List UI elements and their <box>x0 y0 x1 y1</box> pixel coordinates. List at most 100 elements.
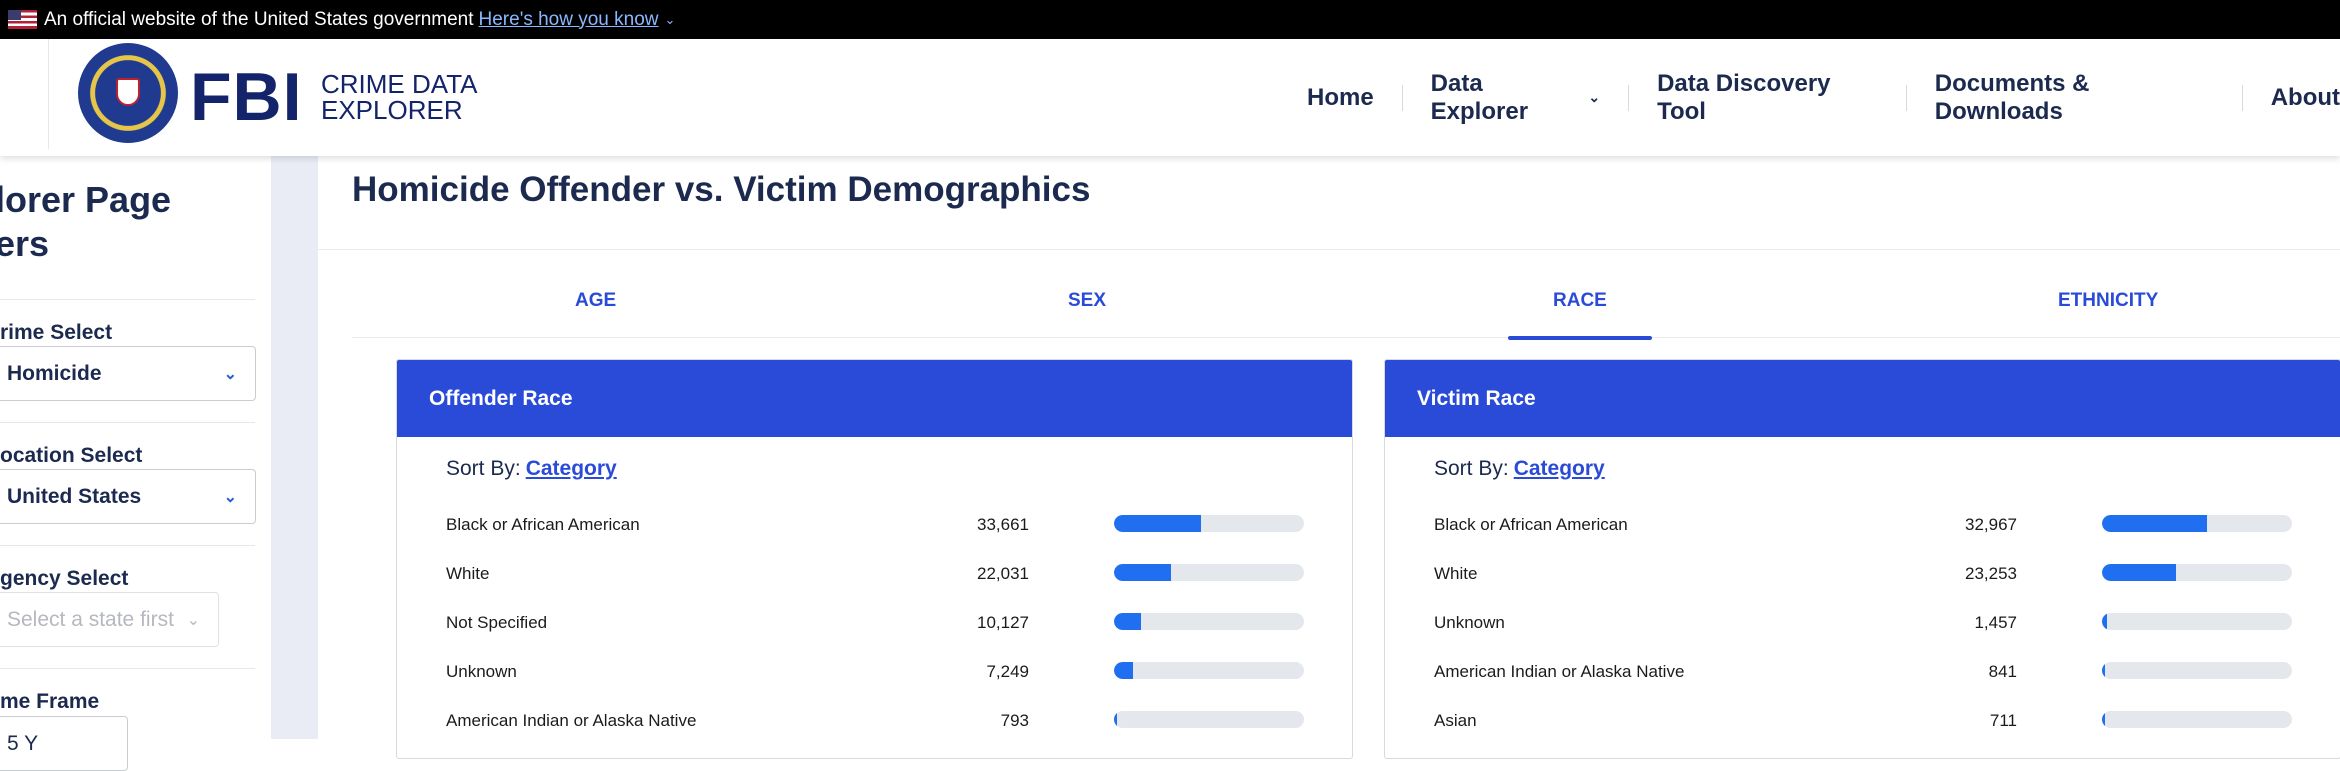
row-value: 711 <box>1989 711 2017 730</box>
progress-bar-fill <box>2102 564 2177 581</box>
demographic-tabs: AGE SEX RACE ETHNICITY <box>352 280 2340 340</box>
nav-documents-downloads[interactable]: Documents & Downloads <box>1935 70 2214 126</box>
victim-race-card: Victim Race Sort By: Category Black or Af… <box>1384 359 2340 759</box>
row-value: 23,253 <box>1965 564 2017 583</box>
logo-subtitle-line1: CRIME DATA <box>321 69 478 99</box>
header-divider <box>48 39 49 149</box>
nav-data-explorer[interactable]: Data Explorer ⌄ <box>1431 70 1600 126</box>
row-label: Black or African American <box>446 515 640 534</box>
tab-sex[interactable]: SEX <box>1068 280 1106 338</box>
crime-select-label: rime Select <box>0 321 113 344</box>
list-item: Unknown 1,457 <box>1434 608 2294 638</box>
progress-bar <box>2102 564 2292 581</box>
list-item: Not Specified 10,127 <box>446 608 1306 638</box>
list-item: Black or African American 33,661 <box>446 510 1306 540</box>
chevron-down-icon: ⌄ <box>186 611 200 629</box>
row-label: White <box>1434 564 1478 583</box>
progress-bar-fill <box>2102 711 2105 728</box>
location-select-value: United States <box>7 484 142 508</box>
chevron-down-icon: ⌄ <box>223 488 237 506</box>
chevron-down-icon: ⌄ <box>223 365 237 383</box>
logo-subtitle-line2: EXPLORER <box>321 95 463 125</box>
logo-subtitle[interactable]: CRIME DATA EXPLORER <box>321 71 477 123</box>
progress-bar <box>2102 662 2292 679</box>
row-value: 841 <box>1988 662 2017 681</box>
row-label: Unknown <box>446 662 517 681</box>
list-item: American Indian or Alaska Native 793 <box>446 706 1306 736</box>
gov-banner-text: An official website of the United States… <box>44 8 474 30</box>
sort-by-category-link[interactable]: Category <box>1514 457 1605 480</box>
progress-bar-fill <box>1114 662 1133 679</box>
progress-bar-fill <box>1114 711 1117 728</box>
chevron-down-icon: ⌄ <box>1588 89 1601 105</box>
row-value: 1,457 <box>1974 613 2017 632</box>
site-header: FBI CRIME DATA EXPLORER Home Data Explor… <box>0 39 2340 156</box>
progress-bar-fill <box>1114 613 1141 630</box>
progress-bar <box>2102 711 2292 728</box>
tab-race[interactable]: RACE <box>1508 280 1652 340</box>
row-label: Asian <box>1434 711 1477 730</box>
row-value: 7,249 <box>986 662 1029 681</box>
timeframe-select-value: 5 Y <box>7 731 39 755</box>
tab-age[interactable]: AGE <box>575 280 616 338</box>
progress-bar <box>1114 711 1304 728</box>
list-item: Black or African American 32,967 <box>1434 510 2294 540</box>
card-title: Offender Race <box>397 360 1352 437</box>
row-label: Unknown <box>1434 613 1505 632</box>
progress-bar <box>1114 613 1304 630</box>
location-select[interactable]: United States ⌄ <box>0 469 256 524</box>
crime-select[interactable]: Homicide ⌄ <box>0 346 256 401</box>
offender-race-card: Offender Race Sort By: Category Black or … <box>396 359 1353 759</box>
agency-select[interactable]: Select a state first ⌄ <box>0 592 219 647</box>
row-value: 22,031 <box>977 564 1029 583</box>
row-label: Not Specified <box>446 613 548 632</box>
sort-by-label: Sort By: <box>446 457 521 480</box>
gov-banner: An official website of the United States… <box>0 0 2340 39</box>
location-select-label: ocation Select <box>0 444 143 467</box>
progress-bar-fill <box>2102 515 2207 532</box>
progress-bar-fill <box>1114 515 1202 532</box>
row-value: 33,661 <box>977 515 1029 534</box>
page-title: Homicide Offender vs. Victim Demographic… <box>352 170 1091 209</box>
agency-select-placeholder: Select a state first <box>7 607 174 631</box>
progress-bar-fill <box>2102 662 2105 679</box>
nav-home[interactable]: Home <box>1307 84 1374 112</box>
tab-ethnicity[interactable]: ETHNICITY <box>2058 280 2158 338</box>
list-item: American Indian or Alaska Native 841 <box>1434 657 2294 687</box>
fbi-seal-logo[interactable] <box>78 43 178 143</box>
timeframe-select[interactable]: 5 Y <box>0 716 128 771</box>
timeframe-select-label: me Frame <box>0 690 100 713</box>
row-label: Black or African American <box>1434 515 1628 534</box>
row-label: American Indian or Alaska Native <box>1434 662 1685 681</box>
row-value: 793 <box>1000 711 1029 730</box>
progress-bar <box>1114 515 1304 532</box>
agency-select-label: gency Select <box>0 567 129 590</box>
list-item: Unknown 7,249 <box>446 657 1306 687</box>
sidebar-divider <box>0 422 255 423</box>
sidebar-divider <box>0 668 255 669</box>
row-value: 32,967 <box>1965 515 2017 534</box>
nav-data-explorer-label: Data Explorer <box>1430 69 1529 125</box>
row-label: American Indian or Alaska Native <box>446 711 697 730</box>
progress-bar-fill <box>2102 613 2107 630</box>
sidebar-title: lorer Page ers <box>0 179 172 264</box>
list-item: Asian 711 <box>1434 706 2294 736</box>
us-flag-icon <box>8 10 37 29</box>
sort-by-label: Sort By: <box>1434 457 1509 480</box>
progress-bar <box>1114 662 1304 679</box>
sort-by: Sort By: Category <box>1434 457 1605 481</box>
sort-by-category-link[interactable]: Category <box>526 457 617 480</box>
sidebar-divider <box>0 545 255 546</box>
nav-about[interactable]: About <box>2271 84 2340 112</box>
title-divider <box>318 249 2340 250</box>
chevron-down-icon[interactable]: ⌄ <box>665 12 676 28</box>
gov-banner-link[interactable]: Here's how you know <box>479 9 659 31</box>
row-label: White <box>446 564 490 583</box>
nav-data-discovery-tool[interactable]: Data Discovery Tool <box>1657 70 1878 126</box>
logo-fbi-text[interactable]: FBI <box>190 63 303 131</box>
list-item: White 22,031 <box>446 559 1306 589</box>
progress-bar <box>2102 613 2292 630</box>
main-content: Homicide Offender vs. Victim Demographic… <box>318 156 2340 759</box>
main-nav: Home Data Explorer ⌄ Data Discovery Tool… <box>1307 39 2340 156</box>
card-title: Victim Race <box>1385 360 2340 437</box>
